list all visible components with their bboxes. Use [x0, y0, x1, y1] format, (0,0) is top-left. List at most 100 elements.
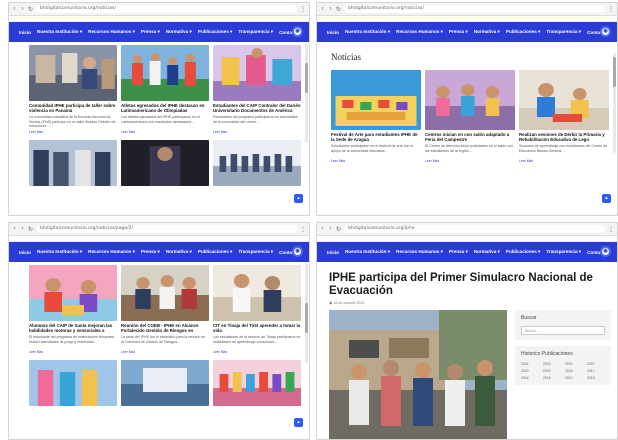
- nav-publicaciones[interactable]: Publicaciones ▾: [506, 249, 540, 255]
- accessibility-icon[interactable]: ◉: [292, 26, 303, 37]
- read-more-link[interactable]: Leer Más: [425, 159, 515, 163]
- nav-normativa[interactable]: Normativa ▾: [166, 29, 192, 35]
- browser-menu-icon[interactable]: ⋮: [608, 6, 614, 13]
- browser-menu-icon[interactable]: ⋮: [608, 226, 614, 233]
- accessibility-icon[interactable]: ◉: [600, 26, 611, 37]
- reload-icon[interactable]: ↻: [336, 226, 341, 233]
- news-photo[interactable]: [121, 45, 209, 101]
- year-link[interactable]: 2016: [521, 376, 539, 380]
- accessibility-icon[interactable]: ◉: [292, 246, 303, 257]
- page-scrollbar[interactable]: [305, 263, 308, 363]
- forward-icon[interactable]: ›: [328, 6, 333, 12]
- news-photo[interactable]: [213, 360, 301, 406]
- year-link[interactable]: 2018: [565, 369, 583, 373]
- year-link[interactable]: 2015: [543, 376, 561, 380]
- read-more-link[interactable]: Leer Más: [331, 159, 421, 163]
- news-title[interactable]: Comunidad IPHE participa de taller sobre…: [29, 103, 117, 114]
- news-card[interactable]: [213, 140, 301, 186]
- news-card[interactable]: Festival de Arte para estudiantes IPHE d…: [331, 70, 421, 163]
- news-card[interactable]: CIT en Tinaja del Tirel aprender a tomar…: [213, 265, 301, 354]
- news-title[interactable]: Reunión del COEB - IPHE en Alcance Forta…: [121, 323, 209, 334]
- nav-inicio[interactable]: Inicio: [327, 30, 339, 35]
- forward-icon[interactable]: ›: [20, 6, 25, 12]
- nav-institucion[interactable]: Nuestra Institución ▾: [345, 249, 390, 255]
- back-icon[interactable]: ‹: [12, 226, 17, 232]
- nav-prensa[interactable]: Prensa ▾: [141, 249, 160, 255]
- back-to-top-button[interactable]: ▴: [602, 194, 611, 203]
- year-link[interactable]: 2013: [587, 376, 605, 380]
- news-photo[interactable]: [121, 140, 209, 186]
- nav-prensa[interactable]: Prensa ▾: [449, 249, 468, 255]
- news-title[interactable]: Centros inician en con salón adaptado a …: [425, 132, 515, 143]
- forward-icon[interactable]: ›: [328, 226, 333, 232]
- address-bar[interactable]: bhdigitalcomunitario.org/noticias/page/2…: [36, 225, 297, 233]
- nav-rrhh[interactable]: Recursos Humanos ▾: [88, 29, 135, 35]
- nav-transparencia[interactable]: Transparencia ▾: [546, 29, 581, 35]
- nav-rrhh[interactable]: Recursos Humanos ▾: [396, 249, 443, 255]
- nav-prensa[interactable]: Prensa ▾: [449, 29, 468, 35]
- read-more-link[interactable]: Leer Más: [213, 130, 301, 134]
- read-more-link[interactable]: Leer Más: [213, 350, 301, 354]
- year-link[interactable]: 2023: [543, 362, 561, 366]
- nav-inicio[interactable]: Inicio: [327, 250, 339, 255]
- year-link[interactable]: 2017: [587, 369, 605, 373]
- news-card[interactable]: Reunión del COEB - IPHE en Alcance Forta…: [121, 265, 209, 354]
- year-link[interactable]: 2019: [543, 369, 561, 373]
- nav-publicaciones[interactable]: Publicaciones ▾: [198, 29, 232, 35]
- news-photo[interactable]: [29, 360, 117, 406]
- address-bar[interactable]: bhdigitalcomunitario.org/iphe: [344, 225, 605, 233]
- news-title[interactable]: Festival de Arte para estudiantes IPHE d…: [331, 132, 421, 143]
- news-card[interactable]: Estudiantes del CAIP Contralor del Darié…: [213, 45, 301, 134]
- nav-transparencia[interactable]: Transparencia ▾: [238, 249, 273, 255]
- news-photo[interactable]: [213, 265, 301, 321]
- year-link[interactable]: 2024: [521, 362, 539, 366]
- nav-transparencia[interactable]: Transparencia ▾: [546, 249, 581, 255]
- news-photo[interactable]: [213, 140, 301, 186]
- read-more-link[interactable]: Leer Más: [29, 130, 117, 134]
- year-link[interactable]: 2020: [521, 369, 539, 373]
- back-icon[interactable]: ‹: [320, 226, 325, 232]
- read-more-link[interactable]: Leer Más: [121, 130, 209, 134]
- news-photo[interactable]: [425, 70, 515, 130]
- browser-menu-icon[interactable]: ⋮: [300, 6, 306, 13]
- news-photo[interactable]: [29, 45, 117, 101]
- back-to-top-button[interactable]: ▴: [294, 418, 303, 427]
- news-card[interactable]: [121, 360, 209, 406]
- news-card[interactable]: Atletas egresados del IPHE destacan en L…: [121, 45, 209, 134]
- reload-icon[interactable]: ↻: [28, 226, 33, 233]
- read-more-link[interactable]: Leer Más: [519, 159, 609, 163]
- news-title[interactable]: Realizan sesiones de Dérbir la Primaria …: [519, 132, 609, 143]
- read-more-link[interactable]: Leer Más: [121, 350, 209, 354]
- nav-institucion[interactable]: Nuestra Institución ▾: [37, 29, 82, 35]
- nav-normativa[interactable]: Normativa ▾: [474, 29, 500, 35]
- read-more-link[interactable]: Leer Más: [29, 350, 117, 354]
- year-link[interactable]: 2021: [587, 362, 605, 366]
- news-card[interactable]: Centros inician en con salón adaptado a …: [425, 70, 515, 163]
- nav-institucion[interactable]: Nuestra Institución ▾: [37, 249, 82, 255]
- back-icon[interactable]: ‹: [320, 6, 325, 12]
- accessibility-icon[interactable]: ◉: [600, 246, 611, 257]
- news-title[interactable]: Estudiantes del CAIP Contralor del Darié…: [213, 103, 301, 114]
- news-card[interactable]: [213, 360, 301, 406]
- news-photo[interactable]: [519, 70, 609, 130]
- back-icon[interactable]: ‹: [12, 6, 17, 12]
- news-title[interactable]: CIT en Tinaja del Tirel aprender a tomar…: [213, 323, 301, 334]
- news-photo[interactable]: [29, 140, 117, 186]
- news-card[interactable]: [29, 140, 117, 186]
- news-photo[interactable]: [29, 265, 117, 321]
- nav-rrhh[interactable]: Recursos Humanos ▾: [88, 249, 135, 255]
- address-bar[interactable]: bhdigitalcomunitario.org/noticias/: [36, 5, 297, 13]
- nav-normativa[interactable]: Normativa ▾: [474, 249, 500, 255]
- year-link[interactable]: 2022: [565, 362, 583, 366]
- news-card[interactable]: Alumnos del CAIP de Santa mejoran las ha…: [29, 265, 117, 354]
- nav-normativa[interactable]: Normativa ▾: [166, 249, 192, 255]
- forward-icon[interactable]: ›: [20, 226, 25, 232]
- address-bar[interactable]: bhdigitalcomunitario.org/noticias/: [344, 5, 605, 13]
- news-card[interactable]: [29, 360, 117, 406]
- news-card[interactable]: [121, 140, 209, 186]
- news-title[interactable]: Atletas egresados del IPHE destacan en L…: [121, 103, 209, 114]
- page-scrollbar[interactable]: [305, 43, 308, 143]
- reload-icon[interactable]: ↻: [28, 6, 33, 13]
- news-photo[interactable]: [331, 70, 421, 130]
- nav-institucion[interactable]: Nuestra Institución ▾: [345, 29, 390, 35]
